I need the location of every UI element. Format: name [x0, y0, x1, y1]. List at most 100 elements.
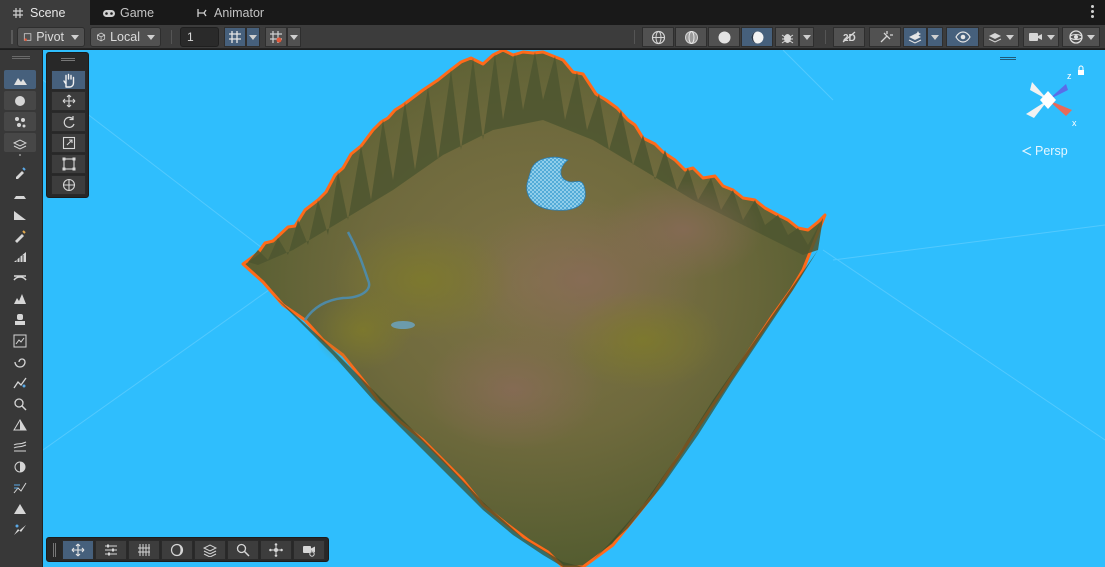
terrain-tool-contrast[interactable] — [4, 415, 36, 434]
scale-tool-button[interactable] — [51, 133, 86, 153]
layers-dropdown[interactable] — [983, 27, 1019, 47]
local-dropdown[interactable]: Local — [90, 27, 161, 47]
bottom-overlay-grip[interactable] — [53, 543, 56, 557]
terrain-details-icon — [13, 138, 27, 150]
grid-snap-icon — [229, 31, 241, 43]
rotate-icon — [63, 116, 75, 128]
search-overlay-button[interactable] — [227, 540, 259, 560]
terrain-tool-terrain-trees[interactable] — [4, 112, 36, 131]
chevron-down-icon — [1046, 34, 1055, 40]
strip-grip[interactable] — [12, 56, 30, 59]
terrain-tool-terrain-sphere[interactable] — [4, 91, 36, 110]
terrain-tool-erosion[interactable] — [4, 373, 36, 392]
terrain-tool-smudge[interactable] — [4, 394, 36, 413]
tab-game[interactable]: Game — [90, 0, 166, 25]
overlay-grip[interactable] — [61, 58, 75, 61]
terrain-sphere-icon — [15, 95, 25, 106]
tab-animator-label: Animator — [214, 5, 265, 20]
grid-snap-options[interactable] — [246, 27, 260, 47]
paint-brush-icon — [15, 229, 26, 243]
z-axis-label: z — [1067, 71, 1072, 81]
terrain-tool-paint-texture[interactable] — [4, 163, 36, 182]
increment-snap-options[interactable] — [287, 27, 301, 47]
shaded-wireframe-button[interactable] — [675, 27, 707, 47]
layers-overlay-button[interactable] — [194, 540, 226, 560]
bottom-overlay-toolbar — [46, 537, 329, 562]
terrain-raise-icon — [14, 77, 27, 85]
projection-toggle[interactable]: Persp — [1022, 144, 1068, 158]
chevron-down-icon — [147, 34, 155, 40]
terrain-tool-slope[interactable] — [4, 205, 36, 224]
camera-overlay-button[interactable] — [293, 540, 325, 560]
2d-toggle-button[interactable]: 2D — [833, 27, 865, 47]
increment-snap-button[interactable] — [265, 27, 287, 47]
terrain-tool-ridge[interactable] — [4, 499, 36, 518]
terrain-tool-paint-brush[interactable] — [4, 226, 36, 245]
grid-increment-field[interactable]: 1 — [180, 27, 219, 47]
contrast-icon — [13, 418, 27, 430]
effects-toggle-button[interactable] — [903, 27, 927, 47]
debug-draw-options[interactable] — [799, 27, 814, 47]
scene-visibility-button[interactable] — [946, 27, 979, 47]
terrain-tool-bridge[interactable] — [4, 268, 36, 287]
terrain-tool-terrain-details[interactable] — [4, 133, 36, 152]
transform-tool-button[interactable] — [51, 175, 86, 195]
terrain-tool-stamp-terrain[interactable] — [4, 247, 36, 266]
terrain-tool-terrain-raise[interactable] — [4, 70, 36, 89]
lighting-overlay-button[interactable] — [161, 540, 193, 560]
pivot-label: Pivot — [36, 30, 64, 44]
camera-eye-icon — [303, 546, 315, 557]
wind-erosion-icon — [14, 524, 26, 535]
lit-shading-button[interactable] — [741, 27, 773, 47]
terrain-tool-terrace[interactable] — [4, 436, 36, 455]
thermal-icon — [13, 482, 27, 493]
tab-bar: Scene Game Animator — [0, 0, 1105, 25]
camera-icon — [1028, 33, 1042, 41]
gizmos-dropdown[interactable] — [1062, 27, 1100, 47]
move-tool-button[interactable] — [51, 91, 86, 111]
layers-icon — [988, 33, 1002, 43]
x-axis-label: x — [1072, 118, 1077, 128]
more-options-icon[interactable] — [1091, 5, 1095, 19]
terrain-tool-flatten[interactable] — [4, 184, 36, 203]
transform-tools-overlay — [46, 52, 89, 198]
lock-icon[interactable] — [1078, 70, 1084, 75]
tab-animator[interactable]: Animator — [184, 0, 276, 25]
local-label: Local — [110, 30, 140, 44]
scene-viewport[interactable] — [43, 50, 1105, 567]
shaded-button[interactable] — [708, 27, 740, 47]
tab-game-label: Game — [120, 5, 155, 20]
debug-draw-button[interactable] — [775, 27, 799, 47]
solid-sphere-icon — [718, 31, 730, 43]
projection-label: Persp — [1035, 144, 1068, 158]
effects-options[interactable] — [927, 27, 943, 47]
terrain-tool-heightmap[interactable] — [4, 331, 36, 350]
move-overlay-button[interactable] — [62, 540, 94, 560]
settings-overlay-button[interactable] — [95, 540, 127, 560]
grid-snap-button[interactable] — [224, 27, 246, 47]
terrain-tool-wind-erosion[interactable] — [4, 520, 36, 539]
view-tool-button[interactable] — [51, 70, 86, 90]
sliders-icon — [105, 544, 117, 556]
terrain-tool-stamp[interactable] — [4, 310, 36, 329]
chevron-down-icon — [290, 34, 298, 40]
terrain-tool-twist[interactable] — [4, 352, 36, 371]
rotate-tool-button[interactable] — [51, 112, 86, 132]
wireframe-shading-button[interactable] — [642, 27, 674, 47]
erosion-icon — [13, 377, 27, 388]
terrain-tool-thermal[interactable] — [4, 478, 36, 497]
grid-hash-icon — [138, 544, 150, 556]
nodes-overlay-button[interactable] — [260, 540, 292, 560]
terrain-tool-sharpen[interactable] — [4, 457, 36, 476]
scene-orientation-gizmo[interactable]: z x — [1010, 60, 1090, 135]
bug-icon — [781, 33, 793, 43]
tab-scene[interactable]: Scene — [0, 0, 90, 25]
pivot-dropdown[interactable]: Pivot — [17, 27, 85, 47]
toolbar-grip[interactable] — [11, 30, 13, 44]
lighting-toggle-button[interactable] — [869, 27, 901, 47]
terrain-tool-noise[interactable] — [4, 289, 36, 308]
grid-overlay-button[interactable] — [128, 540, 160, 560]
scale-icon — [62, 136, 75, 150]
camera-dropdown[interactable] — [1023, 27, 1059, 47]
rect-tool-button[interactable] — [51, 154, 86, 174]
